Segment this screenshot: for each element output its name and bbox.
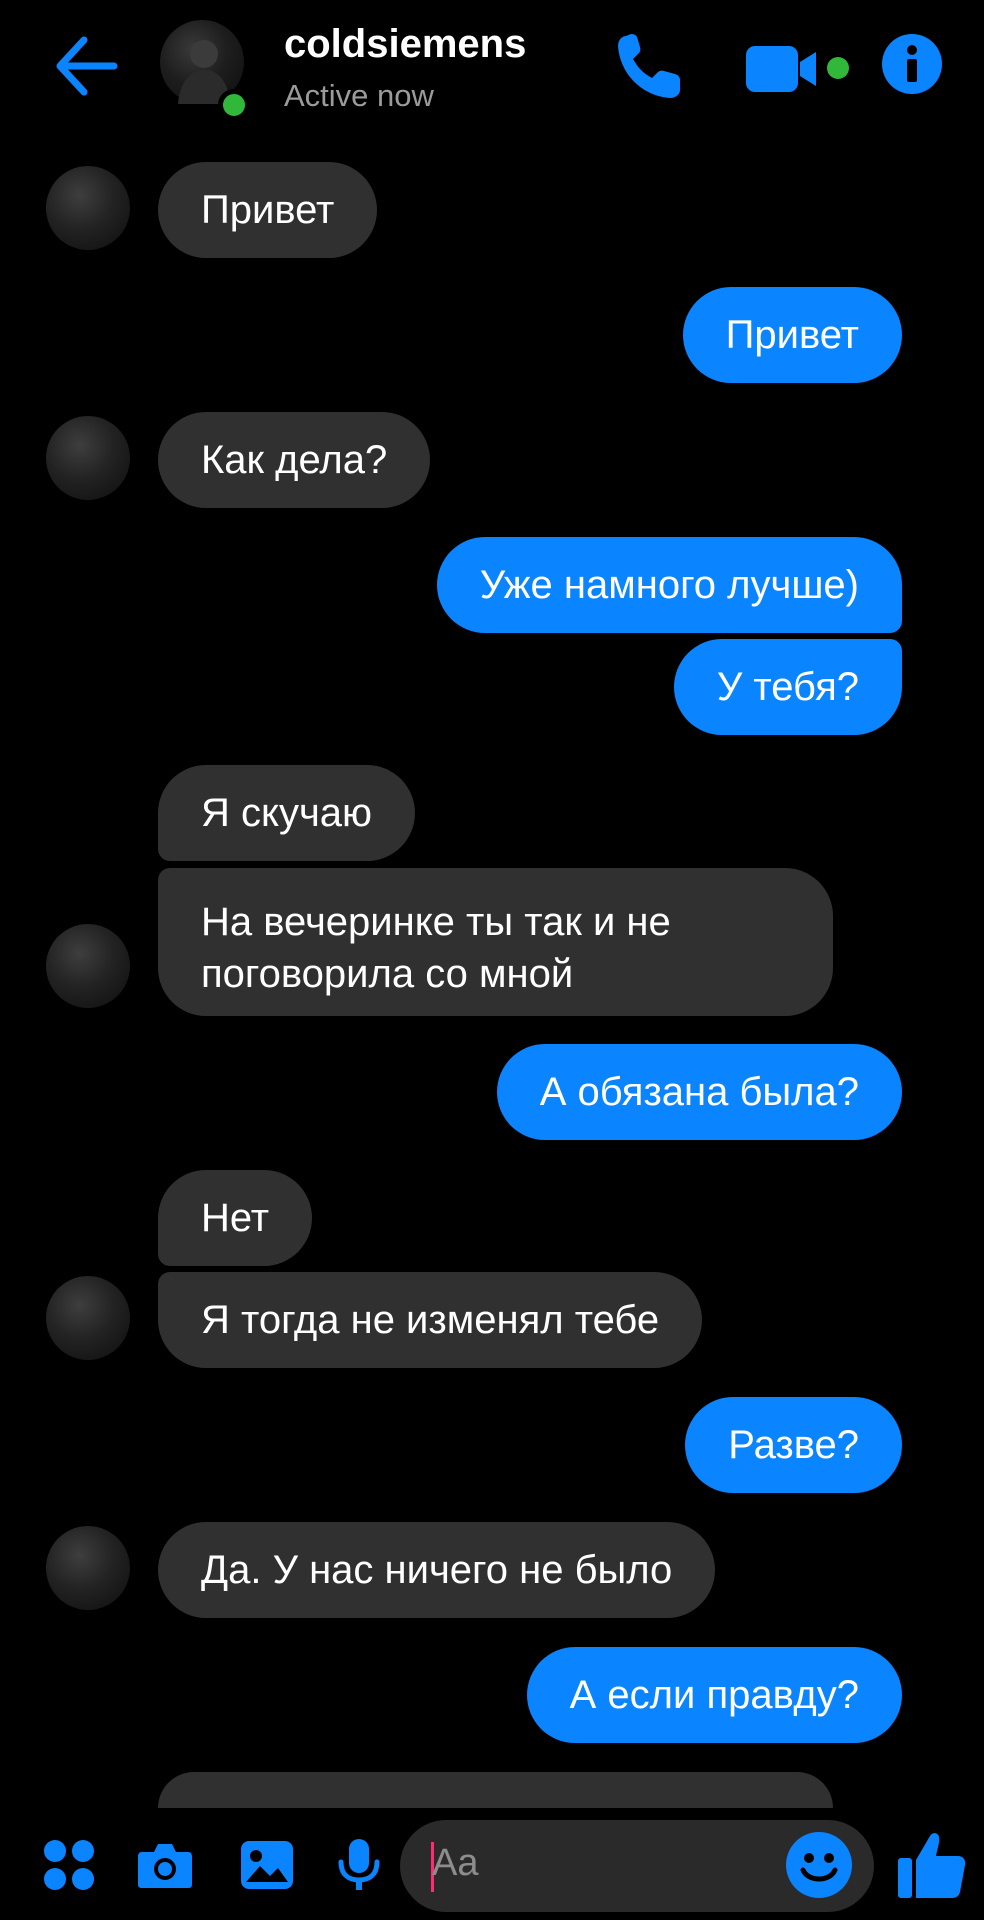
incoming-message[interactable]: На вечеринке ты так и не поговорила со м… bbox=[158, 868, 833, 1016]
sender-avatar[interactable] bbox=[46, 924, 130, 1008]
microphone-icon[interactable] bbox=[330, 1836, 388, 1894]
video-camera-icon[interactable] bbox=[742, 40, 852, 98]
outgoing-message[interactable]: Уже намного лучше) bbox=[436, 537, 902, 633]
contact-status: Active now bbox=[284, 78, 434, 113]
sender-avatar[interactable] bbox=[46, 416, 130, 500]
incoming-message[interactable]: Я тогда не изменял тебе bbox=[158, 1272, 703, 1368]
outgoing-message[interactable]: А обязана была? bbox=[496, 1044, 902, 1140]
outgoing-message[interactable]: А если правду? bbox=[526, 1647, 902, 1743]
emoji-icon[interactable] bbox=[786, 1832, 852, 1898]
online-indicator bbox=[218, 89, 250, 121]
sender-avatar[interactable] bbox=[46, 166, 130, 250]
contact-name[interactable]: coldsiemens bbox=[284, 22, 526, 67]
outgoing-message[interactable]: Разве? bbox=[685, 1397, 902, 1493]
incoming-message[interactable]: Да. У нас ничего не было bbox=[158, 1522, 716, 1618]
back-arrow-icon[interactable] bbox=[52, 34, 122, 98]
outgoing-message[interactable]: Привет bbox=[682, 287, 902, 383]
message-input-placeholder: Aa bbox=[432, 1842, 479, 1884]
incoming-message[interactable]: Нет bbox=[158, 1170, 313, 1266]
menu-dots-icon[interactable] bbox=[40, 1836, 98, 1894]
outgoing-message[interactable]: У тебя? bbox=[673, 639, 902, 735]
thumbs-up-icon[interactable] bbox=[896, 1828, 968, 1902]
incoming-message-partial[interactable] bbox=[158, 1772, 833, 1808]
sender-avatar[interactable] bbox=[46, 1526, 130, 1610]
sender-avatar[interactable] bbox=[46, 1276, 130, 1360]
phone-icon[interactable] bbox=[612, 30, 686, 104]
incoming-message[interactable]: Я скучаю bbox=[158, 765, 416, 861]
info-icon[interactable] bbox=[882, 34, 942, 94]
camera-icon[interactable] bbox=[136, 1836, 194, 1894]
gallery-icon[interactable] bbox=[238, 1836, 296, 1894]
incoming-message[interactable]: Привет bbox=[158, 162, 378, 258]
incoming-message[interactable]: Как дела? bbox=[158, 412, 431, 508]
